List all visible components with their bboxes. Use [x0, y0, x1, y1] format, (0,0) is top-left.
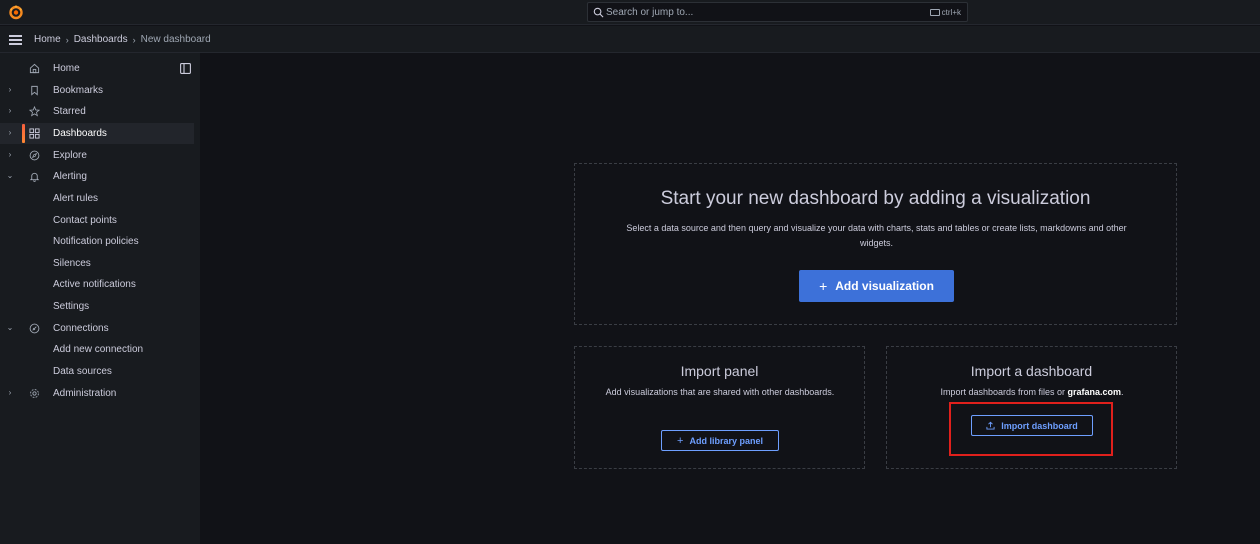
plug-icon [29, 323, 40, 334]
sidebar-item-label: Administration [53, 388, 117, 399]
compass-icon [29, 150, 40, 161]
add-library-panel-button-label: Add library panel [689, 435, 763, 446]
sidebar-item-label: Alerting [53, 171, 87, 182]
chevron-down-icon[interactable]: ⌄ [6, 324, 14, 332]
add-visualization-button-label: Add visualization [835, 279, 934, 293]
import-dashboard-description: Import dashboards from files or grafana.… [907, 385, 1157, 400]
sidebar-item-alert-rules[interactable]: Alert rules [0, 188, 194, 209]
search-icon [593, 7, 604, 18]
bookmark-icon [31, 85, 38, 96]
sidebar-item-dashboards[interactable]: › Dashboards [0, 123, 194, 144]
sidebar-item-label: Home [53, 63, 80, 74]
sidebar-item-settings[interactable]: Settings [0, 296, 194, 317]
breadcrumb-bar: Home › Dashboards › New dashboard [0, 26, 1260, 53]
plus-icon: + [677, 434, 684, 447]
grafana-logo-icon[interactable] [8, 4, 24, 20]
sidebar-item-label: Alert rules [53, 193, 99, 204]
import-dashboard-button[interactable]: Import dashboard [971, 415, 1093, 436]
home-icon [29, 63, 40, 74]
sidebar-item-notification-policies[interactable]: Notification policies [0, 231, 194, 252]
sidebar-item-label: Silences [53, 258, 91, 269]
chevron-right-icon[interactable]: › [6, 86, 14, 94]
chevron-right-icon[interactable]: › [6, 151, 14, 159]
breadcrumb-current: New dashboard [140, 34, 211, 45]
sidebar-item-label: Settings [53, 301, 90, 312]
breadcrumb-separator-icon: › [132, 34, 136, 45]
breadcrumb-dashboards[interactable]: Dashboards [74, 34, 128, 45]
sidebar-item-connections[interactable]: ⌄ Connections [0, 318, 194, 339]
star-icon [29, 106, 40, 117]
import-panel-card: Import panel Add visualizations that are… [574, 346, 865, 469]
import-dashboard-card: Import a dashboard Import dashboards fro… [886, 346, 1177, 469]
sidebar-item-data-sources[interactable]: Data sources [0, 361, 194, 382]
sidebar-item-bookmarks[interactable]: › Bookmarks [0, 80, 194, 101]
search-placeholder: Search or jump to... [606, 7, 694, 18]
sidebar-item-active-notifications[interactable]: Active notifications [0, 274, 194, 295]
bell-icon [29, 172, 40, 182]
add-library-panel-button[interactable]: + Add library panel [661, 430, 779, 451]
breadcrumb: Home › Dashboards › New dashboard [34, 34, 211, 45]
sidebar-item-alerting[interactable]: ⌄ Alerting [0, 166, 194, 187]
sidebar-item-silences[interactable]: Silences [0, 253, 194, 274]
sidebar-item-label: Add new connection [53, 344, 144, 355]
sidebar-item-starred[interactable]: › Starred [0, 101, 194, 122]
apps-icon [29, 128, 40, 139]
sidebar-item-label: Connections [53, 323, 109, 334]
sidebar-item-label: Active notifications [53, 279, 136, 290]
chevron-right-icon[interactable]: › [6, 129, 14, 137]
import-dashboard-description-end: . [1121, 387, 1124, 397]
active-indicator [22, 124, 25, 143]
sidebar-item-explore[interactable]: › Explore [0, 145, 194, 166]
sidebar: Home › Bookmarks › Starred › Dashboards … [0, 53, 200, 544]
add-visualization-button[interactable]: + Add visualization [799, 270, 954, 302]
sidebar-item-label: Contact points [53, 215, 117, 226]
sidebar-item-label: Notification policies [53, 236, 139, 247]
upload-icon [986, 421, 995, 430]
chevron-down-icon[interactable]: ⌄ [6, 172, 14, 180]
chevron-right-icon[interactable]: › [6, 389, 14, 397]
breadcrumb-separator-icon: › [65, 34, 69, 45]
shortcut-label: ctrl+k [941, 8, 961, 17]
sidebar-item-label: Starred [53, 106, 86, 117]
sidebar-item-home[interactable]: Home [0, 58, 194, 79]
import-panel-description: Add visualizations that are shared with … [605, 387, 835, 397]
sidebar-item-add-new-connection[interactable]: Add new connection [0, 339, 194, 360]
sidebar-item-label: Data sources [53, 366, 112, 377]
keyboard-shortcut: ctrl+k [929, 8, 961, 17]
sidebar-item-contact-points[interactable]: Contact points [0, 210, 194, 231]
import-dashboard-description-text: Import dashboards from files or [940, 387, 1068, 397]
sidebar-item-label: Dashboards [53, 128, 107, 139]
search-input[interactable]: Search or jump to... ctrl+k [587, 2, 968, 22]
import-dashboard-button-label: Import dashboard [1001, 420, 1078, 431]
breadcrumb-home[interactable]: Home [34, 34, 61, 45]
keyboard-icon [929, 9, 940, 16]
import-dashboard-title: Import a dashboard [970, 363, 1093, 379]
chevron-right-icon[interactable]: › [6, 107, 14, 115]
top-bar: Search or jump to... ctrl+k [0, 0, 1260, 25]
add-visualization-title: Start your new dashboard by adding a vis… [660, 188, 1091, 209]
menu-toggle-icon[interactable] [9, 35, 22, 45]
plus-icon: + [819, 278, 828, 294]
grafana-com-link[interactable]: grafana.com [1068, 387, 1122, 397]
cog-icon [30, 389, 39, 398]
sidebar-item-administration[interactable]: › Administration [0, 383, 194, 404]
sidebar-item-label: Explore [53, 150, 87, 161]
add-visualization-card: Start your new dashboard by adding a vis… [574, 163, 1177, 325]
sidebar-item-label: Bookmarks [53, 85, 104, 96]
add-visualization-description: Select a data source and then query and … [626, 223, 1127, 248]
import-panel-title: Import panel [680, 363, 759, 379]
